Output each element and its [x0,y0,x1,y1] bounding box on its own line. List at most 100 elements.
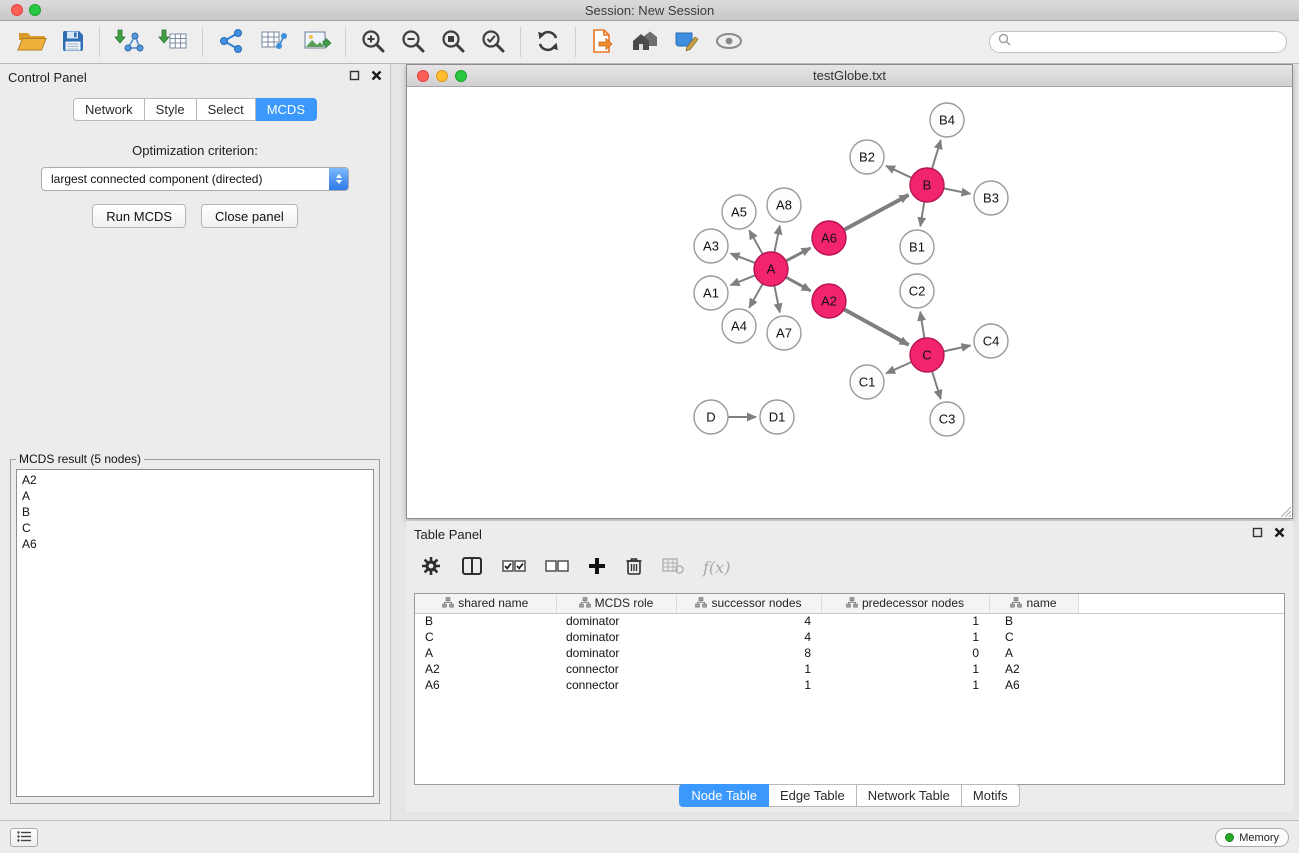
graph-node-B2[interactable]: B2 [850,140,884,174]
graph-node-A5[interactable]: A5 [722,195,756,229]
graph-node-A2[interactable]: A2 [812,284,846,318]
zoom-out-button[interactable] [393,28,433,57]
table-row-A[interactable]: Adominator80A [415,645,1284,661]
graph-node-A8[interactable]: A8 [767,188,801,222]
graph-edge-A-A6[interactable] [786,248,810,261]
graph-edge-C-C2[interactable] [920,312,924,338]
graph-edge-A-A5[interactable] [749,230,762,254]
table-row-C[interactable]: Cdominator41C [415,629,1284,645]
close-panel-button[interactable]: Close panel [201,204,298,228]
mcds-result-item[interactable]: A6 [17,536,373,552]
graph-node-A6[interactable]: A6 [812,221,846,255]
export-image-button[interactable] [296,29,338,56]
column-header-successor-nodes[interactable]: successor nodes [676,594,821,613]
graph-node-A3[interactable]: A3 [694,229,728,263]
delete-row-button[interactable] [625,556,643,579]
birds-eye-view-button[interactable] [707,31,751,54]
network-table-button[interactable] [252,28,296,57]
mcds-result-item[interactable]: B [17,504,373,520]
graph-edge-A-A7[interactable] [774,286,779,313]
control-panel-header: Control Panel [0,64,390,90]
float-table-panel-button[interactable] [1250,525,1265,540]
graph-edge-A-A8[interactable] [774,226,779,253]
zoom-in-button[interactable] [353,28,393,57]
graph-node-A1[interactable]: A1 [694,276,728,310]
graph-edge-A-A4[interactable] [749,284,762,308]
column-header-predecessor-nodes[interactable]: predecessor nodes [821,594,989,613]
add-row-button[interactable] [588,557,606,578]
graph-edge-B-B1[interactable] [920,202,924,226]
import-network-button[interactable] [107,28,151,57]
table-row-A6[interactable]: A6connector11A6 [415,677,1284,693]
graph-node-A7[interactable]: A7 [767,316,801,350]
tab-edge-table[interactable]: Edge Table [769,784,857,807]
table-row-A2[interactable]: A2connector11A2 [415,661,1284,677]
tab-select[interactable]: Select [197,98,256,121]
column-header-MCDS-role[interactable]: MCDS role [556,594,676,613]
tab-network-table[interactable]: Network Table [857,784,962,807]
save-session-button[interactable] [54,29,92,56]
graph-edge-A-A1[interactable] [730,275,755,285]
graph-node-D1[interactable]: D1 [760,400,794,434]
graph-edge-A6-B[interactable] [844,195,909,230]
export-document-button[interactable] [583,28,623,57]
graphics-details-button[interactable] [667,29,707,56]
network-canvas[interactable]: A A1 A2 A3 A4 A5 A6 A7 A8 B B1 B2 B3 B4 C C1 C2 C3 C4 D D1 [407,87,1292,518]
graph-node-C[interactable]: C [910,338,944,372]
show-columns-button[interactable] [461,556,483,579]
graph-node-A4[interactable]: A4 [722,309,756,343]
graph-node-C1[interactable]: C1 [850,365,884,399]
run-mcds-button[interactable]: Run MCDS [92,204,186,228]
memory-button[interactable]: Memory [1215,828,1289,847]
mcds-result-item[interactable]: A2 [17,472,373,488]
tab-node-table[interactable]: Node Table [679,784,769,807]
graph-edge-A2-C[interactable] [844,309,909,345]
select-all-button[interactable] [502,559,526,576]
graph-edge-B-B4[interactable] [932,140,941,169]
graph-edge-C-C1[interactable] [886,362,911,373]
tab-style[interactable]: Style [145,98,197,121]
graph-node-A[interactable]: A [754,252,788,286]
tab-network[interactable]: Network [73,98,145,121]
home-button[interactable] [623,29,667,56]
tab-mcds[interactable]: MCDS [256,98,317,121]
search-field[interactable] [989,31,1287,53]
task-history-button[interactable] [10,828,38,847]
graph-node-C3[interactable]: C3 [930,402,964,436]
mcds-result-item[interactable]: A [17,488,373,504]
search-input[interactable] [1016,35,1278,49]
graph-node-C4[interactable]: C4 [974,324,1008,358]
graph-node-C2[interactable]: C2 [900,274,934,308]
refresh-button[interactable] [528,28,568,57]
graph-node-B3[interactable]: B3 [974,181,1008,215]
table-row-B[interactable]: Bdominator41B [415,613,1284,629]
graph-node-D[interactable]: D [694,400,728,434]
zoom-fit-button[interactable] [433,28,473,57]
open-session-button[interactable] [10,29,54,56]
graph-edge-C-C3[interactable] [932,371,941,399]
graph-edge-B-B2[interactable] [886,166,912,178]
close-table-panel-button[interactable] [1272,525,1287,540]
resize-grip-icon[interactable] [1279,505,1291,517]
optimization-criterion-select[interactable]: largest connected component (directed) [41,167,349,191]
graph-node-B1[interactable]: B1 [900,230,934,264]
table-settings-button[interactable] [420,555,442,580]
column-header-name[interactable]: name [989,594,1078,613]
tab-motifs[interactable]: Motifs [962,784,1020,807]
mcds-result-item[interactable]: C [17,520,373,536]
close-control-panel-button[interactable] [369,68,384,83]
graph-edge-A-A2[interactable] [786,277,811,291]
graph-edge-B-B3[interactable] [944,188,971,193]
zoom-selected-button[interactable] [473,28,513,57]
graph-node-B[interactable]: B [910,168,944,202]
new-network-button[interactable] [210,28,252,57]
float-control-panel-button[interactable] [347,68,362,83]
deselect-all-button[interactable] [545,559,569,576]
import-table-button[interactable] [151,28,195,57]
memory-status-icon [1225,833,1234,842]
graph-edge-A-A3[interactable] [731,254,756,263]
mcds-result-list[interactable]: A2ABCA6 [16,469,374,797]
graph-node-B4[interactable]: B4 [930,103,964,137]
graph-edge-C-C4[interactable] [944,345,971,351]
column-header-shared-name[interactable]: shared name [415,594,556,613]
